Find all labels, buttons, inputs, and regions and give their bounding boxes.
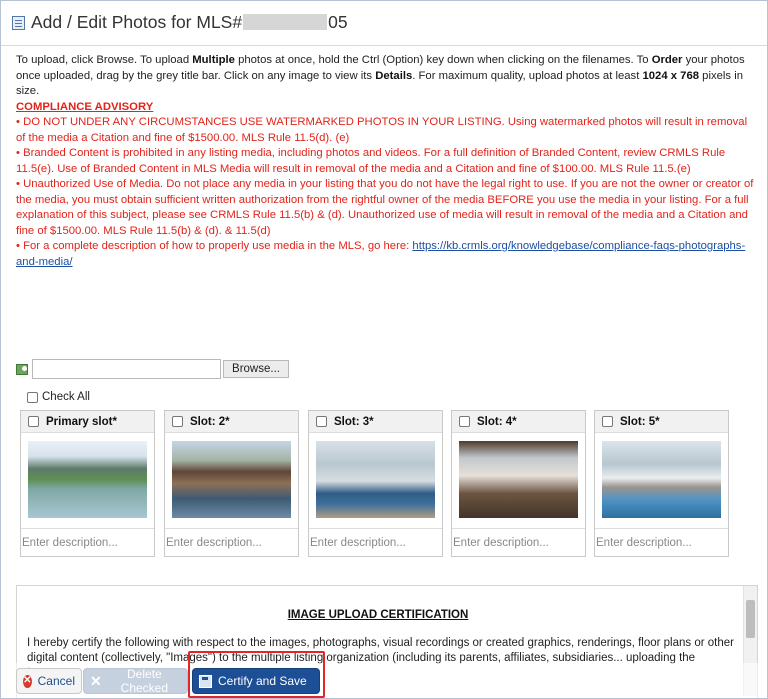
scrollbar-thumb[interactable] [746, 600, 755, 638]
instruction-bold: Order [651, 54, 683, 66]
cancel-button[interactable]: ✕ Cancel [16, 668, 82, 694]
slot-checkbox[interactable] [316, 416, 327, 427]
advisory-watermark: • DO NOT UNDER ANY CIRCUMSTANCES USE WAT… [16, 116, 748, 144]
redacted-mls-number [243, 14, 328, 30]
slot-label: Slot: 3* [334, 415, 374, 428]
advisory-branded-content: • Branded Content is prohibited in any l… [16, 147, 726, 175]
slot-description-input[interactable] [309, 528, 442, 556]
action-toolbar: ✕ Cancel ✕ Delete Checked Certify and Sa… [1, 663, 767, 698]
instruction-text: photos at once, hold the Ctrl (Option) k… [234, 54, 652, 66]
instruction-text: . For maximum quality, upload photos at … [412, 69, 643, 82]
slot-label: Slot: 5* [620, 415, 660, 428]
cancel-icon: ✕ [23, 674, 32, 688]
slot-title-bar[interactable]: Slot: 4* [452, 411, 585, 433]
exterior-deck-photo[interactable] [172, 441, 291, 518]
delete-label: Delete Checked [120, 667, 169, 695]
slot-description-input[interactable] [452, 528, 585, 556]
delete-checked-button[interactable]: ✕ Delete Checked [83, 667, 188, 695]
advisory-unauthorized-media: • Unauthorized Use of Media. Do not plac… [16, 178, 754, 237]
title-suffix: 05 [328, 12, 348, 32]
instruction-text: To upload, click Browse. To upload [16, 54, 193, 66]
page-title: Add / Edit Photos for MLS# 05 [31, 12, 348, 33]
photo-slot-4[interactable]: Slot: 4* [451, 410, 586, 557]
check-all-label: Check All [42, 391, 90, 403]
check-all[interactable]: Check All [27, 391, 90, 403]
instruction-bold: Details [375, 69, 413, 82]
slot-checkbox[interactable] [172, 416, 183, 427]
browse-button[interactable]: Browse... [223, 360, 289, 378]
save-label: Certify and Save [218, 674, 307, 688]
upload-instructions: To upload, click Browse. To upload Multi… [16, 53, 756, 270]
dining-room-photo[interactable] [459, 441, 578, 518]
cancel-label: Cancel [37, 674, 75, 688]
delete-icon: ✕ [90, 673, 102, 689]
slot-checkbox[interactable] [28, 416, 39, 427]
slot-description-input[interactable] [21, 528, 154, 556]
photo-slot-3[interactable]: Slot: 3* [308, 410, 443, 557]
check-all-checkbox[interactable] [27, 391, 38, 403]
house-lake-photo[interactable] [28, 441, 147, 518]
instruction-bold: Multiple [192, 54, 235, 66]
advisory-more-info: • For a complete description of how to p… [16, 239, 756, 270]
slot-label: Slot: 4* [477, 415, 517, 428]
slot-title-bar[interactable]: Slot: 2* [165, 411, 298, 433]
certify-and-save-button[interactable]: Certify and Save [192, 668, 320, 694]
bedroom-photo[interactable] [316, 441, 435, 518]
file-path-input[interactable] [32, 359, 221, 379]
photo-slot-2[interactable]: Slot: 2* [164, 410, 299, 557]
photo-slot-primary[interactable]: Primary slot* [20, 410, 155, 557]
document-icon [12, 16, 25, 30]
advisory-more-info-text: • For a complete description of how to p… [16, 240, 413, 252]
compliance-advisory: • DO NOT UNDER ANY CIRCUMSTANCES USE WAT… [16, 115, 756, 270]
slot-title-bar[interactable]: Slot: 3* [309, 411, 442, 433]
title-bar: Add / Edit Photos for MLS# 05 [1, 1, 767, 46]
slot-label: Slot: 2* [190, 415, 230, 428]
slot-title-bar[interactable]: Slot: 5* [595, 411, 728, 433]
slot-description-input[interactable] [165, 528, 298, 556]
photo-editor-dialog: Add / Edit Photos for MLS# 05 To upload, … [0, 0, 768, 699]
instruction-bold: 1024 x 768 [642, 69, 700, 82]
photo-slot-5[interactable]: Slot: 5* [594, 410, 729, 557]
slot-checkbox[interactable] [459, 416, 470, 427]
slot-title-bar[interactable]: Primary slot* [21, 411, 154, 433]
slot-checkbox[interactable] [602, 416, 613, 427]
slot-label: Primary slot* [46, 415, 117, 428]
slot-description-input[interactable] [595, 528, 728, 556]
title-prefix: Add / Edit Photos for MLS# [31, 12, 243, 32]
certification-title: IMAGE UPLOAD CERTIFICATION [287, 609, 469, 621]
save-icon [199, 674, 212, 688]
compliance-advisory-heading: COMPLIANCE ADVISORY [16, 100, 154, 113]
add-image-icon [16, 364, 28, 375]
porch-photo[interactable] [602, 441, 721, 518]
